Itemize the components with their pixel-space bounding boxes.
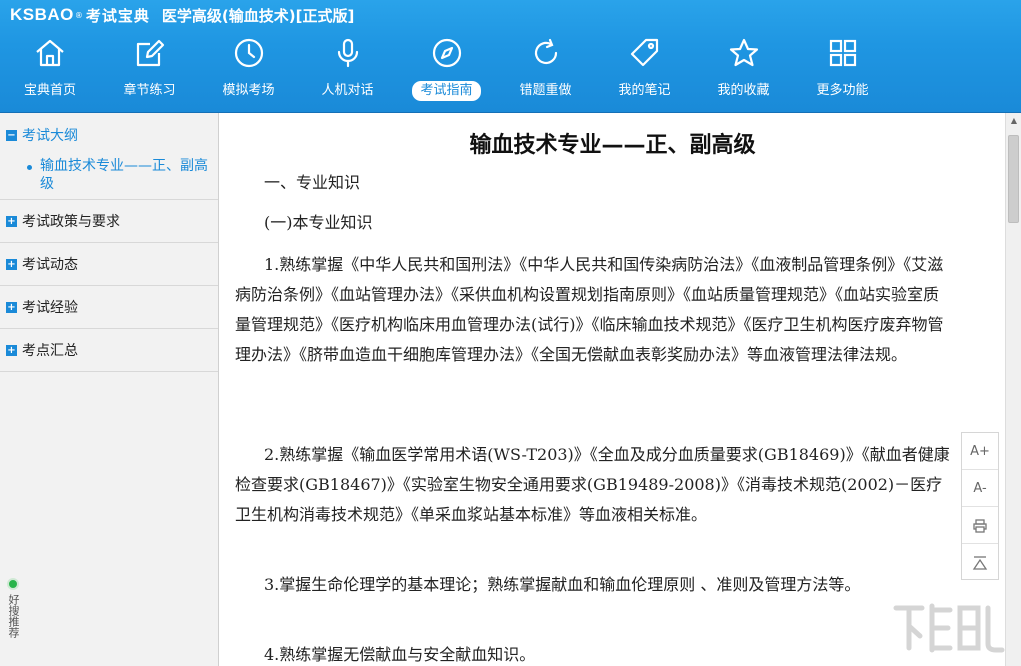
logo-text: KSBAO (10, 5, 74, 24)
sidebar-section-syllabus: − 考试大纲 输血技术专业——正、副高级 (0, 113, 218, 200)
sidebar-section-label: 考试大纲 (22, 128, 78, 144)
star-icon (727, 36, 761, 70)
title-bar: KSBAO ® 考试宝典 医学高级(输血技术)[正式版] (10, 4, 354, 26)
nav-mock-exam[interactable]: 模拟考场 (199, 32, 298, 104)
nav-favorites-label: 我的收藏 (717, 83, 770, 98)
nav-dialogue[interactable]: 人机对话 (298, 32, 397, 104)
print-button[interactable] (962, 507, 998, 544)
sidebar-section-label: 考试经验 (22, 300, 78, 316)
nav-exam-guide-label: 考试指南 (412, 81, 481, 101)
paragraph-2: 2.熟练掌握《输血医学常用术语(WS-T203)》《全血及成分血质量要求(GB1… (235, 445, 950, 524)
nav-favorites[interactable]: 我的收藏 (694, 32, 793, 104)
nav-redo-mistakes[interactable]: 错题重做 (496, 32, 595, 104)
section-heading: 一、专业知识 (264, 173, 361, 192)
font-smaller-button[interactable]: A- (962, 470, 998, 507)
scroll-up-icon[interactable]: ▲ (1006, 113, 1021, 129)
sidebar-section-experience[interactable]: + 考试经验 (0, 286, 218, 329)
paragraph-4: 4.熟练掌握无偿献血与安全献血知识。 (264, 645, 536, 664)
nav-exam-guide[interactable]: 考试指南 (397, 32, 496, 104)
nav-chapter-practice-label: 章节练习 (123, 83, 176, 98)
refresh-icon (529, 36, 563, 70)
sidebar-section-policy[interactable]: + 考试政策与要求 (0, 200, 218, 243)
expand-icon[interactable]: + (6, 215, 17, 227)
print-icon (973, 518, 987, 533)
watermark-logo (893, 603, 1005, 653)
nav-home[interactable]: 宝典首页 (0, 32, 100, 104)
expand-icon[interactable]: + (6, 258, 17, 270)
nav-more[interactable]: 更多功能 (793, 32, 892, 104)
status-dot-icon (7, 578, 19, 590)
microphone-icon (331, 36, 365, 70)
back-to-top-icon (972, 555, 988, 570)
nav-my-notes[interactable]: 我的笔记 (595, 32, 694, 104)
app-title: 医学高级(输血技术)[正式版] (161, 6, 355, 25)
scrollbar-thumb[interactable] (1008, 135, 1019, 223)
sidebar-section-label: 考点汇总 (22, 343, 78, 359)
subsection-heading: (一)本专业知识 (264, 213, 373, 232)
nav-my-notes-label: 我的笔记 (618, 83, 671, 98)
sidebar-section-label: 考试政策与要求 (22, 214, 120, 230)
edit-icon (133, 36, 167, 70)
nav-home-label: 宝典首页 (23, 83, 76, 98)
expand-icon[interactable]: + (6, 344, 17, 356)
sidebar-section-syllabus-header[interactable]: − 考试大纲 (6, 125, 218, 145)
back-to-top-button[interactable] (962, 544, 998, 581)
sidebar: − 考试大纲 输血技术专业——正、副高级 + 考试政策与要求 + 考试动态 + … (0, 113, 219, 666)
sidebar-section-label: 考试动态 (22, 257, 78, 273)
nav-redo-mistakes-label: 错题重做 (519, 83, 572, 98)
tag-icon (628, 36, 662, 70)
app-header: KSBAO ® 考试宝典 医学高级(输血技术)[正式版] 宝典首页 章节练习 模拟… (0, 0, 1021, 113)
nav-more-label: 更多功能 (816, 83, 869, 98)
nav-chapter-practice[interactable]: 章节练习 (100, 32, 199, 104)
paragraph-3: 3.掌握生命伦理学的基本理论；熟练掌握献血和输血伦理原则 、准则及管理方法等。 (264, 575, 861, 594)
sidebar-section-key-points[interactable]: + 考点汇总 (0, 329, 218, 372)
vertical-scrollbar[interactable]: ▲ (1005, 113, 1021, 666)
paragraph-1: 1.熟练掌握《中华人民共和国刑法》《中华人民共和国传染病防治法》《血液制品管理条… (235, 255, 944, 364)
nav-dialogue-label: 人机对话 (321, 83, 374, 98)
expand-icon[interactable]: + (6, 301, 17, 313)
logo-chinese: 考试宝典 (85, 6, 150, 25)
logo-registered-mark: ® (74, 10, 83, 20)
collapse-icon[interactable]: − (6, 129, 17, 141)
main-nav: 宝典首页 章节练习 模拟考场 人机对话 考试指南 错题重做 我的笔记 我的收藏 … (0, 32, 900, 104)
clock-icon (232, 36, 266, 70)
font-larger-button[interactable]: A+ (962, 433, 998, 470)
good-search-label: 好搜推荐 (7, 594, 20, 638)
grid-icon (826, 36, 860, 70)
good-search-widget[interactable]: 好搜推荐 (4, 578, 22, 664)
nav-mock-exam-label: 模拟考场 (222, 83, 275, 98)
sidebar-section-news[interactable]: + 考试动态 (0, 243, 218, 286)
reading-tools: A+ A- (961, 432, 999, 580)
home-icon (33, 36, 67, 70)
document-title: 输血技术专业——正、副高级 (469, 133, 756, 158)
sidebar-item-transfusion-syllabus[interactable]: 输血技术专业——正、副高级 (6, 145, 218, 195)
compass-icon (430, 36, 464, 70)
document-content: 输血技术专业——正、副高级 一、专业知识 (一)本专业知识 1.熟练掌握《中华人… (220, 113, 1005, 666)
